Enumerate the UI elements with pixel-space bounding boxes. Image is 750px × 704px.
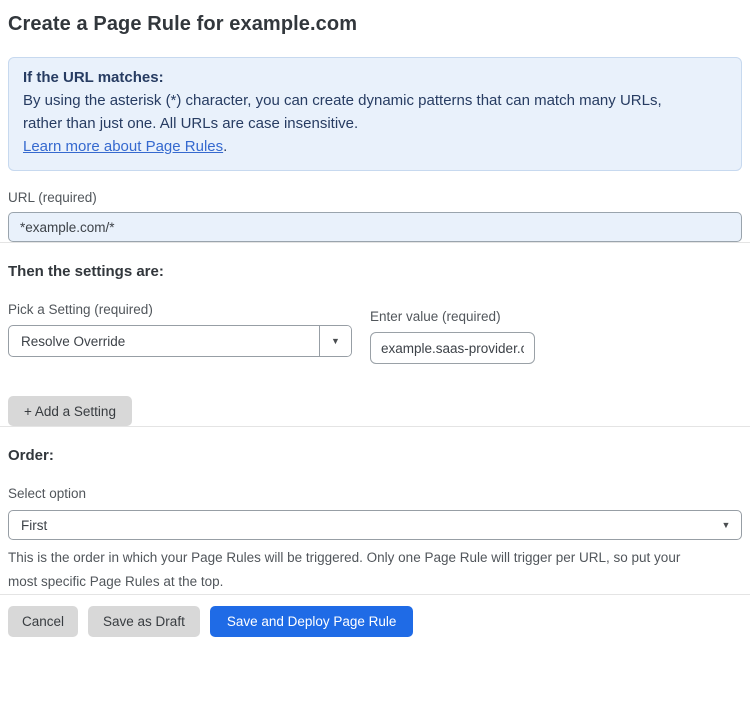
order-help-text: This is the order in which your Page Rul… [8,546,742,594]
chevron-down-icon: ▼ [711,519,741,530]
info-box-text-line: rather than just one. All URLs are case … [23,115,359,132]
pick-setting-column: Pick a Setting (required) Resolve Overri… [8,302,352,357]
pick-setting-select[interactable]: Resolve Override ▼ [8,325,352,357]
cancel-button[interactable]: Cancel [8,606,79,637]
settings-section-heading: Then the settings are: [8,263,164,280]
order-select[interactable]: First ▼ [8,510,742,540]
order-select-label: Select option [8,486,87,501]
setting-row: Pick a Setting (required) Resolve Overri… [8,302,742,364]
learn-more-page-rules-link[interactable]: Learn more about Page Rules [23,138,223,155]
info-box-link-line: Learn more about Page Rules. [23,135,727,158]
url-match-info-box: If the URL matches: By using the asteris… [8,57,742,171]
order-help-line: most specific Page Rules at the top. [8,574,224,589]
enter-value-column: Enter value (required) [370,302,535,364]
info-box-heading: If the URL matches: [23,69,164,86]
section-divider [0,426,750,427]
page-title: Create a Page Rule for example.com [8,13,358,35]
chevron-down-glyph: ▼ [721,519,731,530]
url-label: URL (required) [8,190,97,205]
pick-setting-label: Pick a Setting (required) [8,302,153,317]
enter-value-label: Enter value (required) [370,309,501,324]
pick-setting-selected-value: Resolve Override [21,333,126,349]
footer-divider [0,594,750,595]
order-section-heading: Order: [8,447,54,464]
setting-value-input[interactable] [370,332,535,364]
chevron-down-icon[interactable]: ▼ [319,326,351,356]
footer-actions: Cancel Save as Draft Save and Deploy Pag… [8,606,742,637]
save-and-deploy-button[interactable]: Save and Deploy Page Rule [209,606,414,637]
section-divider [0,242,750,243]
chevron-down-glyph: ▼ [331,335,340,346]
order-help-line: This is the order in which your Page Rul… [8,550,681,565]
link-suffix-text: . [223,138,228,155]
order-selected-value: First [21,517,48,533]
create-page-rule-form: Create a Page Rule for example.com If th… [0,13,750,637]
save-as-draft-button[interactable]: Save as Draft [88,606,200,637]
add-setting-button[interactable]: + Add a Setting [8,396,132,426]
url-input[interactable] [8,212,742,242]
info-box-text-line: By using the asterisk (*) character, you… [23,92,662,109]
